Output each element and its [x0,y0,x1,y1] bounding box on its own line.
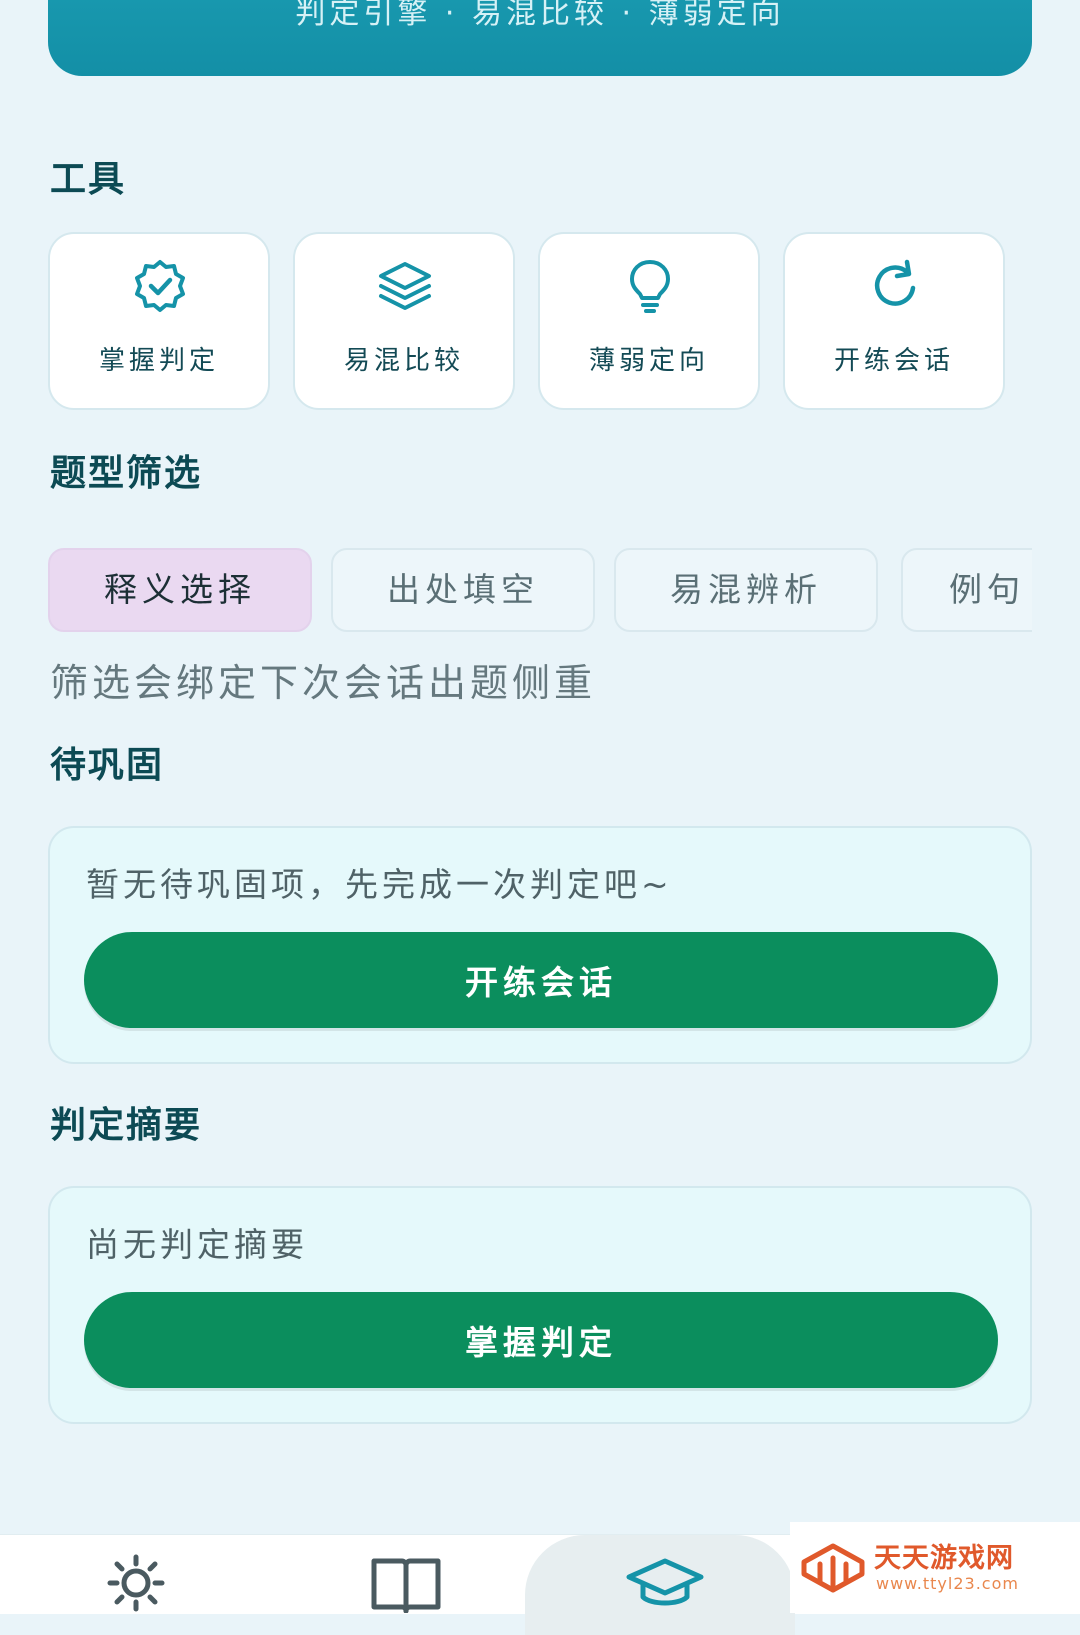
filter-section-title: 题型筛选 [50,453,203,494]
book-icon [371,1558,441,1613]
nav-item-study[interactable] [620,1535,710,1614]
summary-panel: 尚无判定摘要 掌握判定 [48,1186,1032,1424]
site-watermark: 天天游戏网 www.ttyl23.com [790,1522,1080,1613]
start-session-button[interactable]: 开练会话 [84,932,998,1028]
pending-empty-text: 暂无待巩固项，先完成一次判定吧~ [86,865,673,904]
layers-icon [379,262,431,310]
refresh-icon [874,259,916,306]
tool-weak-targeting[interactable]: 薄弱定向 [538,232,760,410]
pending-panel: 暂无待巩固项，先完成一次判定吧~ 开练会话 [48,826,1032,1064]
tool-start-session[interactable]: 开练会话 [783,232,1005,410]
tools-grid: 掌握判定 易混比较 薄弱定向 开练会话 [48,232,1032,412]
question-type-chips: 释义选择 出处填空 易混辨析 例句 [48,548,1032,634]
summary-section-title: 判定摘要 [50,1105,203,1146]
summary-empty-text: 尚无判定摘要 [86,1225,308,1264]
chip-definition-choice[interactable]: 释义选择 [48,548,312,632]
sun-icon [107,1554,165,1612]
tool-confusable-compare[interactable]: 易混比较 [293,232,515,410]
watermark-logo-icon [801,1543,865,1593]
mastery-judgment-button[interactable]: 掌握判定 [84,1292,998,1388]
lightbulb-icon [630,260,670,313]
tool-label: 掌握判定 [98,346,219,376]
tool-label: 开练会话 [833,346,954,376]
tools-section-title: 工具 [50,159,127,200]
pending-section-title: 待巩固 [50,745,165,786]
chip-confusable-analysis[interactable]: 易混辨析 [614,548,878,632]
graduation-cap-icon [626,1558,704,1606]
watermark-url: www.ttyl23.com [876,1574,1019,1593]
chip-example-sentence[interactable]: 例句 [901,548,1032,632]
nav-item-home[interactable] [90,1535,180,1614]
verified-badge-icon [135,260,185,312]
tool-label: 薄弱定向 [588,346,709,376]
nav-item-library[interactable] [360,1535,450,1614]
banner-subtitle: 判定引擎 · 易混比较 · 薄弱定向 [295,0,785,31]
watermark-title: 天天游戏网 [874,1543,1014,1574]
header-banner: 判定引擎 · 易混比较 · 薄弱定向 [48,0,1032,76]
tool-label: 易混比较 [343,346,464,376]
filter-hint: 筛选会绑定下次会话出题侧重 [50,661,597,705]
chip-source-fill[interactable]: 出处填空 [331,548,595,632]
tool-mastery-judgment[interactable]: 掌握判定 [48,232,270,410]
